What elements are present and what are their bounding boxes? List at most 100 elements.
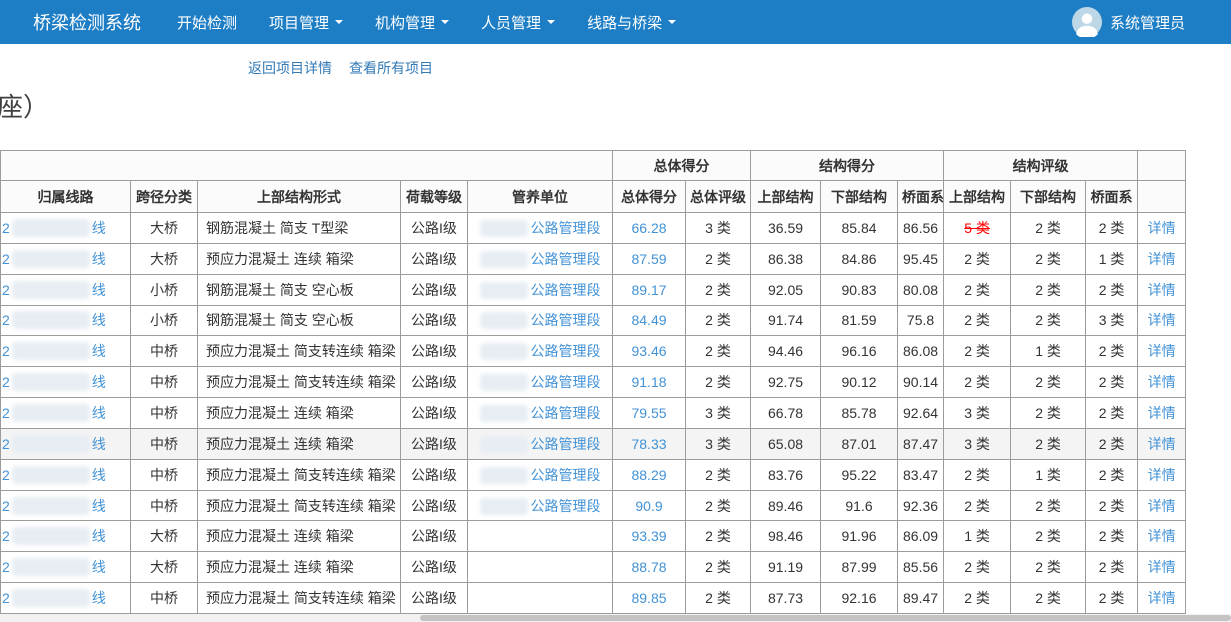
overall-score-link[interactable]: 84.49 (631, 312, 666, 328)
detail-link[interactable]: 详情 (1148, 374, 1176, 390)
group-header-detail-empty (1138, 151, 1186, 181)
line-link[interactable]: 2线 (2, 528, 106, 544)
unit-link[interactable]: 公路管理段 (480, 312, 601, 328)
redaction-blur (12, 281, 90, 299)
structure-score-cell: 90.14 (898, 367, 944, 398)
line-cell: 2线 (1, 459, 131, 490)
unit-link[interactable]: 公路管理段 (480, 343, 601, 359)
structure-form-cell: 钢筋混凝土 简支 空心板 (198, 274, 401, 305)
view-all-projects-link[interactable]: 查看所有项目 (349, 58, 433, 76)
line-link[interactable]: 2线 (2, 498, 106, 514)
unit-link[interactable]: 公路管理段 (480, 220, 601, 236)
app-brand[interactable]: 桥梁检测系统 (33, 9, 141, 35)
unit-link[interactable]: 公路管理段 (480, 467, 601, 483)
detail-link[interactable]: 详情 (1148, 559, 1176, 575)
structure-rating-cell: 3 类 (944, 398, 1011, 429)
detail-link[interactable]: 详情 (1148, 220, 1176, 236)
detail-link[interactable]: 详情 (1148, 528, 1176, 544)
overall-score-link[interactable]: 78.33 (631, 436, 666, 452)
detail-cell: 详情 (1138, 367, 1186, 398)
col-header-substructure-score: 下部结构 (821, 181, 898, 213)
nav-item-project-management[interactable]: 项目管理 (253, 0, 359, 44)
nav-item-personnel-management[interactable]: 人员管理 (465, 0, 571, 44)
structure-form-cell: 预应力混凝土 连续 箱梁 (198, 428, 401, 459)
line-link[interactable]: 2线 (2, 374, 106, 390)
structure-score-cell: 91.6 (821, 490, 898, 521)
structure-form-cell: 钢筋混凝土 简支 空心板 (198, 305, 401, 336)
overall-score-link[interactable]: 89.17 (631, 282, 666, 298)
overall-score-link[interactable]: 89.85 (631, 590, 666, 606)
nav-item-label: 机构管理 (375, 12, 435, 33)
unit-link[interactable]: 公路管理段 (480, 436, 601, 452)
detail-link[interactable]: 详情 (1148, 282, 1176, 298)
structure-rating-cell: 2 类 (1011, 305, 1086, 336)
detail-link[interactable]: 详情 (1148, 343, 1176, 359)
col-header-overall-score: 总体得分 (613, 181, 686, 213)
horizontal-scrollbar[interactable] (0, 614, 1231, 622)
structure-score-cell: 92.64 (898, 398, 944, 429)
group-header-structure-score: 结构得分 (751, 151, 944, 181)
structure-form-cell: 预应力混凝土 简支转连续 箱梁 (198, 583, 401, 614)
detail-link[interactable]: 详情 (1148, 436, 1176, 452)
structure-score-cell: 89.46 (751, 490, 821, 521)
detail-link[interactable]: 详情 (1148, 590, 1176, 606)
line-link[interactable]: 2线 (2, 467, 106, 483)
line-link[interactable]: 2线 (2, 251, 106, 267)
structure-rating-cell: 2 类 (1011, 490, 1086, 521)
detail-link[interactable]: 详情 (1148, 498, 1176, 514)
overall-score-link[interactable]: 88.78 (631, 559, 666, 575)
table-row: 2线中桥预应力混凝土 简支转连续 箱梁公路I级89.852 类87.7392.1… (1, 583, 1186, 614)
line-link[interactable]: 2线 (2, 343, 106, 359)
user-menu[interactable]: 系统管理员 (1072, 7, 1185, 37)
structure-rating-cell: 2 类 (1086, 583, 1138, 614)
unit-link[interactable]: 公路管理段 (480, 374, 601, 390)
overall-score-link[interactable]: 90.9 (635, 498, 662, 514)
structure-rating-cell: 2 类 (1086, 398, 1138, 429)
structure-rating-cell: 1 类 (1011, 459, 1086, 490)
overall-score-link[interactable]: 91.18 (631, 374, 666, 390)
line-link[interactable]: 2线 (2, 405, 106, 421)
unit-link[interactable]: 公路管理段 (480, 282, 601, 298)
detail-link[interactable]: 详情 (1148, 251, 1176, 267)
unit-link[interactable]: 公路管理段 (480, 498, 601, 514)
unit-link[interactable]: 公路管理段 (480, 405, 601, 421)
overall-score-link[interactable]: 88.29 (631, 467, 666, 483)
redaction-blur (480, 312, 528, 329)
structure-score-cell: 83.47 (898, 459, 944, 490)
horizontal-scrollbar-thumb[interactable] (420, 615, 1231, 621)
unit-link[interactable]: 公路管理段 (480, 251, 601, 267)
structure-score-cell: 96.16 (821, 336, 898, 367)
nav-item-organization-management[interactable]: 机构管理 (359, 0, 465, 44)
nav-item-start-inspection[interactable]: 开始检测 (161, 0, 253, 44)
management-unit-cell: 公路管理段 (468, 213, 613, 244)
structure-score-cell: 98.46 (751, 521, 821, 552)
redaction-blur (12, 497, 90, 515)
col-header-substructure-rating: 下部结构 (1011, 181, 1086, 213)
line-link[interactable]: 2线 (2, 590, 106, 606)
structure-score-cell: 86.09 (898, 521, 944, 552)
detail-link[interactable]: 详情 (1148, 467, 1176, 483)
detail-cell: 详情 (1138, 459, 1186, 490)
detail-link[interactable]: 详情 (1148, 405, 1176, 421)
overall-score-link[interactable]: 93.39 (631, 528, 666, 544)
overall-score-cell: 90.9 (613, 490, 686, 521)
line-link[interactable]: 2线 (2, 559, 106, 575)
back-to-project-detail-link[interactable]: 返回项目详情 (248, 58, 332, 76)
line-link[interactable]: 2线 (2, 282, 106, 298)
overall-score-link[interactable]: 87.59 (631, 251, 666, 267)
line-link[interactable]: 2线 (2, 436, 106, 452)
overall-score-cell: 93.46 (613, 336, 686, 367)
overall-score-link[interactable]: 93.46 (631, 343, 666, 359)
overall-score-cell: 89.17 (613, 274, 686, 305)
structure-rating-cell: 2 类 (1011, 552, 1086, 583)
nav-item-lines-and-bridges[interactable]: 线路与桥梁 (571, 0, 692, 44)
line-link[interactable]: 2线 (2, 312, 106, 328)
detail-link[interactable]: 详情 (1148, 312, 1176, 328)
line-link[interactable]: 2线 (2, 220, 106, 236)
redaction-blur (480, 405, 528, 422)
structure-rating-cell: 2 类 (1086, 367, 1138, 398)
overall-score-link[interactable]: 79.55 (631, 405, 666, 421)
span-class-cell: 中桥 (131, 398, 198, 429)
span-class-cell: 小桥 (131, 274, 198, 305)
overall-score-link[interactable]: 66.28 (631, 220, 666, 236)
